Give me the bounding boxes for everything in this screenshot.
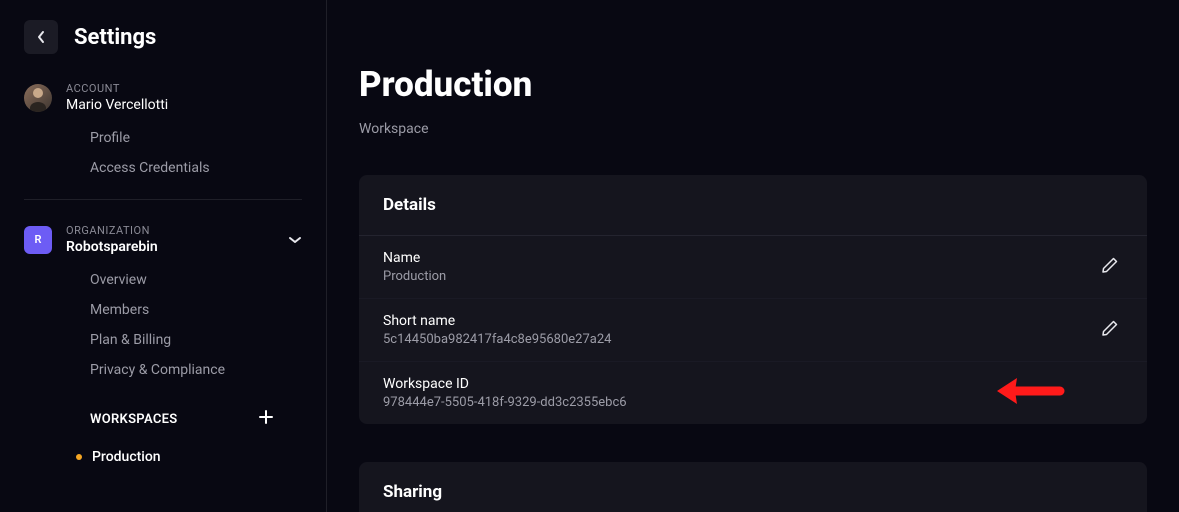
organization-name: Robotsparebin <box>66 239 274 255</box>
sidebar-header: Settings <box>0 20 326 68</box>
account-name: Mario Vercellotti <box>66 97 168 113</box>
detail-value: 5c14450ba982417fa4c8e95680e27a24 <box>383 332 611 347</box>
organization-nav: Overview Members Plan & Billing Privacy … <box>24 255 302 385</box>
detail-label: Name <box>383 250 446 266</box>
sidebar-item-overview[interactable]: Overview <box>90 265 302 295</box>
workspace-name: Production <box>92 449 161 465</box>
pencil-icon <box>1101 319 1119 337</box>
page-subtitle: Workspace <box>359 121 1147 137</box>
sidebar-item-profile[interactable]: Profile <box>90 123 302 153</box>
divider <box>24 199 302 200</box>
sidebar-item-plan-billing[interactable]: Plan & Billing <box>90 325 302 355</box>
avatar <box>24 84 52 112</box>
detail-value: Production <box>383 269 446 284</box>
organization-icon: R <box>24 226 52 254</box>
sharing-card: Sharing <box>359 462 1147 512</box>
details-card: Details Name Production Short name 5c144… <box>359 175 1147 424</box>
detail-row-short-name: Short name 5c14450ba982417fa4c8e95680e27… <box>359 298 1147 361</box>
sidebar: Settings ACCOUNT Mario Vercellotti Profi… <box>0 0 327 512</box>
main-content: Production Workspace Details Name Produc… <box>327 0 1179 512</box>
workspace-active-dot-icon <box>76 454 82 460</box>
organization-row[interactable]: R ORGANIZATION Robotsparebin <box>24 224 302 255</box>
sidebar-item-privacy-compliance[interactable]: Privacy & Compliance <box>90 355 302 385</box>
add-workspace-button[interactable] <box>254 405 278 433</box>
chevron-down-icon <box>288 230 302 249</box>
workspaces-label: WORKSPACES <box>90 412 177 427</box>
back-button[interactable] <box>24 20 58 54</box>
page-settings-title: Settings <box>74 25 156 50</box>
chevron-left-icon <box>36 30 46 44</box>
sidebar-item-access-credentials[interactable]: Access Credentials <box>90 153 302 183</box>
sidebar-item-members[interactable]: Members <box>90 295 302 325</box>
sidebar-item-workspace-production[interactable]: Production <box>24 441 302 473</box>
detail-label: Short name <box>383 313 611 329</box>
pencil-icon <box>1101 256 1119 274</box>
account-row[interactable]: ACCOUNT Mario Vercellotti <box>24 82 302 113</box>
organization-label: ORGANIZATION <box>66 224 274 237</box>
account-nav: Profile Access Credentials <box>24 113 302 183</box>
detail-value: 978444e7-5505-418f-9329-dd3c2355ebc6 <box>383 395 627 410</box>
page-title: Production <box>359 64 1147 105</box>
account-section: ACCOUNT Mario Vercellotti Profile Access… <box>0 68 326 183</box>
edit-name-button[interactable] <box>1097 252 1123 282</box>
sharing-card-header: Sharing <box>359 462 1147 512</box>
workspaces-header: WORKSPACES <box>24 385 302 441</box>
detail-row-workspace-id: Workspace ID 978444e7-5505-418f-9329-dd3… <box>359 361 1147 424</box>
detail-row-name: Name Production <box>359 236 1147 298</box>
plus-icon <box>258 409 274 425</box>
edit-short-name-button[interactable] <box>1097 315 1123 345</box>
organization-section: R ORGANIZATION Robotsparebin Overview Me… <box>0 216 326 473</box>
detail-label: Workspace ID <box>383 376 627 392</box>
account-label: ACCOUNT <box>66 82 168 95</box>
details-card-header: Details <box>359 175 1147 236</box>
